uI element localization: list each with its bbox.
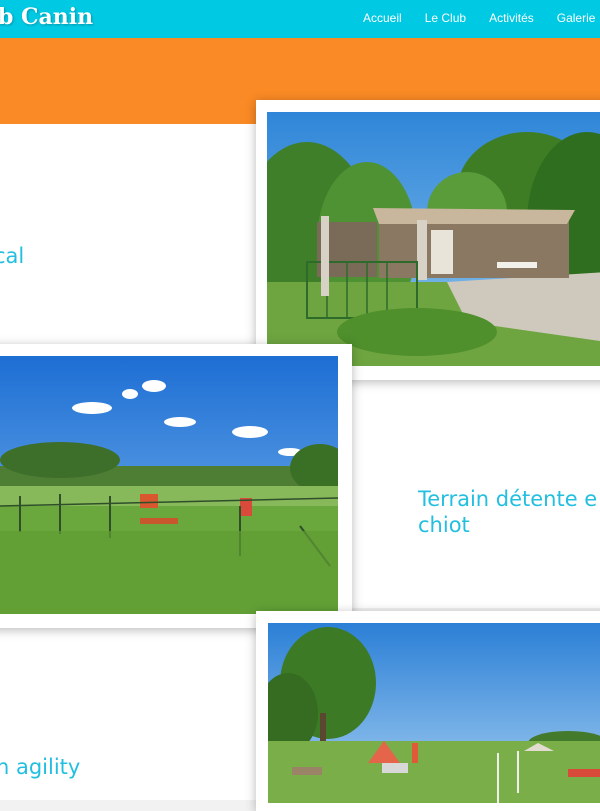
nav-accueil[interactable]: Accueil <box>363 11 402 25</box>
nav-le-club[interactable]: Le Club <box>425 11 466 25</box>
section-panel-local <box>0 124 256 344</box>
section-title-local: cal <box>0 244 25 268</box>
clubhouse-photo[interactable] <box>256 100 600 380</box>
section-title-agility: n agility <box>0 755 81 779</box>
field-image <box>0 356 338 614</box>
field-photo[interactable] <box>0 344 352 628</box>
agility-photo[interactable] <box>256 611 600 811</box>
section-title-detente-line1: Terrain détente e <box>418 487 598 511</box>
nav-galerie[interactable]: Galerie <box>557 11 596 25</box>
clubhouse-image <box>267 112 600 366</box>
section-title-detente-line2: chiot <box>418 513 470 537</box>
site-brand[interactable]: ub Canin <box>0 4 93 30</box>
agility-image <box>268 623 600 803</box>
top-header: ub Canin Accueil Le Club Activités Galer… <box>0 0 600 38</box>
section-title-detente: Terrain détente e chiot <box>418 486 597 538</box>
nav-activites[interactable]: Activités <box>489 11 534 25</box>
main-nav: Accueil Le Club Activités Galerie <box>363 11 600 25</box>
